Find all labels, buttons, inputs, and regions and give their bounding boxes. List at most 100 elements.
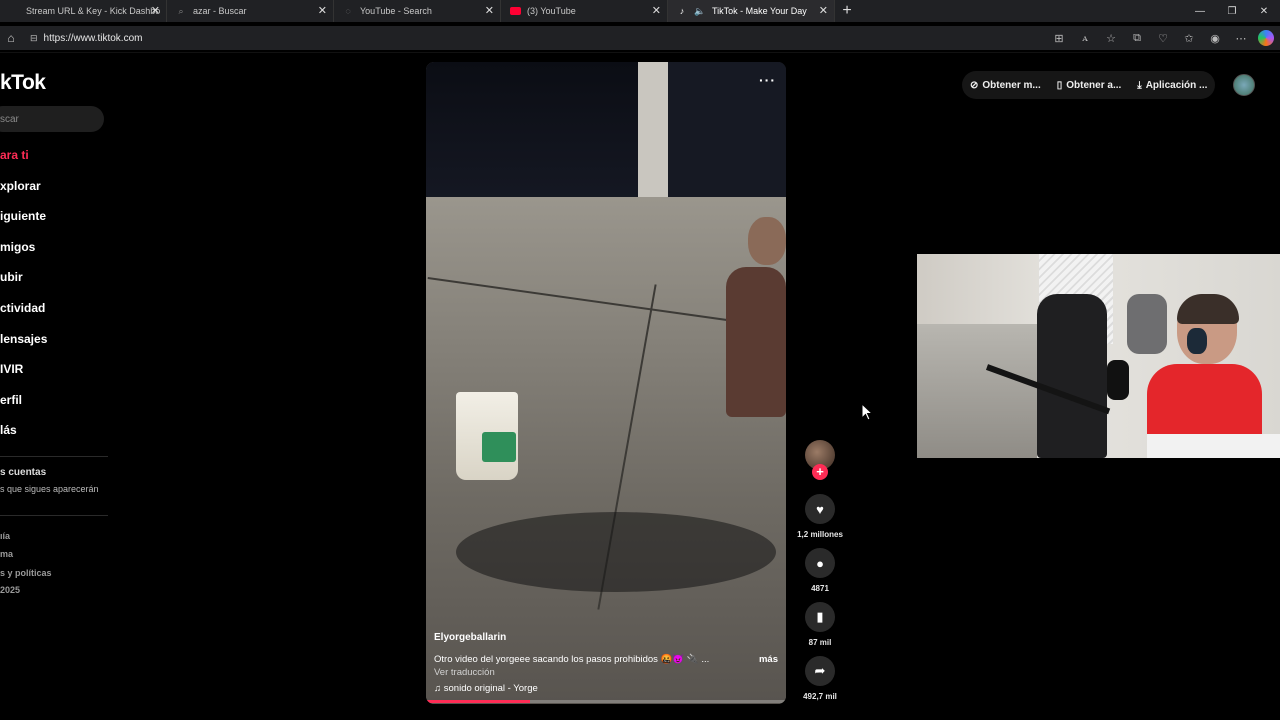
home-icon[interactable]: ⌂	[2, 31, 20, 45]
close-tab-icon[interactable]: ✕	[819, 4, 828, 17]
footer-link[interactable]: s y políticas	[0, 568, 52, 578]
video-progress-bar[interactable]	[426, 700, 786, 703]
tab-azar-buscar[interactable]: ⌕ azar - Buscar ✕	[167, 0, 334, 22]
footer-link[interactable]: ma	[0, 549, 13, 559]
tab-youtube[interactable]: (3) YouTube ✕	[501, 0, 668, 22]
restore-button[interactable]: ❐	[1216, 0, 1248, 22]
sidebar-item-perfil[interactable]: erfil	[0, 390, 47, 421]
footer-link[interactable]: ıía	[0, 531, 10, 541]
sidebar-item-explorar[interactable]: xplorar	[0, 176, 47, 207]
pc-app-button[interactable]: ⤓ Aplicación ...	[1129, 71, 1216, 99]
comment-action: ● 4871	[796, 548, 844, 593]
translate-link[interactable]: Ver traducción	[434, 667, 778, 678]
video-scene-pillar	[638, 62, 668, 217]
video-progress-fill	[426, 700, 531, 703]
favorite-star-icon[interactable]: ☆	[1102, 28, 1120, 48]
video-scene-bucket	[456, 392, 518, 480]
sidebar-item-amigos[interactable]: migos	[0, 237, 47, 268]
tab-label: TikTok - Make Your Day	[712, 6, 807, 16]
favorites-icon[interactable]: ✩	[1180, 28, 1198, 48]
get-coins-button[interactable]: ⊘ Obtener m...	[962, 71, 1049, 99]
close-tab-icon[interactable]: ✕	[652, 4, 661, 17]
heart-icon[interactable]: ♥	[805, 494, 835, 524]
address-bar: ⌂ ⊟ https://www.tiktok.com ⊞ ꭺ ☆ ⧉ ♡ ✩ ◉…	[0, 26, 1280, 50]
like-action: ♥ 1,2 millones	[796, 494, 844, 539]
tab-label: azar - Buscar	[193, 6, 247, 16]
youtube-icon	[509, 5, 521, 17]
site-info-icon[interactable]: ⊟	[30, 33, 38, 44]
browser-essentials-icon[interactable]: ♡	[1154, 28, 1172, 48]
close-tab-icon[interactable]: ✕	[485, 4, 494, 17]
search-placeholder: scar	[0, 113, 19, 125]
close-tab-icon[interactable]: ✕	[151, 4, 160, 17]
search-input[interactable]: scar	[0, 106, 104, 132]
comment-count: 4871	[811, 584, 829, 593]
browser-tab-bar: Stream URL & Key - Kick Dashbo ✕ ⌕ azar …	[0, 0, 1280, 22]
copilot-icon[interactable]	[1258, 30, 1274, 46]
get-coins-label: Obtener m...	[982, 79, 1041, 91]
tab-label: (3) YouTube	[527, 6, 576, 16]
app-available-icon[interactable]: ⊞	[1050, 28, 1068, 48]
video-player[interactable]: ··· Elyorgeballarin Otro video del yorge…	[426, 62, 786, 704]
follow-plus-icon[interactable]: +	[812, 464, 828, 480]
sidebar-item-live[interactable]: IVIR	[0, 359, 47, 390]
download-icon: ⤓	[1137, 79, 1142, 91]
footer-copyright: 2025	[0, 585, 21, 595]
close-tab-icon[interactable]: ✕	[318, 4, 327, 17]
header-actions: ⊘ Obtener m... ▯ Obtener a... ⤓ Aplicaci…	[962, 71, 1256, 99]
sidebar-item-mas[interactable]: lás	[0, 420, 47, 451]
share-icon[interactable]: ➦	[805, 656, 835, 686]
bookmark-icon[interactable]: ▮	[805, 602, 835, 632]
sound-link[interactable]: ♫ sonido original - Yorge	[434, 683, 778, 694]
video-description-text: Otro video del yorgeee sacando los pasos…	[434, 654, 710, 665]
pc-app-label: Aplicación ...	[1145, 79, 1208, 91]
profile-icon[interactable]: ◉	[1206, 28, 1224, 48]
divider	[0, 456, 108, 457]
phone-icon: ▯	[1056, 79, 1063, 91]
sidebar-item-subir[interactable]: ubir	[0, 267, 47, 298]
get-app-button[interactable]: ▯ Obtener a...	[1048, 71, 1130, 99]
mouse-cursor-icon	[861, 402, 874, 426]
share-action: ➦ 492,7 mil	[796, 656, 844, 701]
globe-icon: ◌	[345, 6, 351, 16]
video-scene-person	[676, 212, 786, 542]
kick-icon	[8, 5, 20, 17]
new-tab-button[interactable]: +	[835, 2, 859, 20]
url-field[interactable]: ⊟ https://www.tiktok.com	[24, 28, 1034, 48]
divider	[0, 515, 108, 516]
url-text: https://www.tiktok.com	[43, 32, 143, 44]
tab-label: Stream URL & Key - Kick Dashbo	[26, 6, 161, 16]
tab-youtube-search[interactable]: ◌ YouTube - Search ✕	[334, 0, 501, 22]
window-controls: — ❐ ✕	[1184, 0, 1280, 22]
video-description: Otro video del yorgeee sacando los pasos…	[434, 654, 778, 665]
share-count: 492,7 mil	[803, 692, 837, 701]
close-window-button[interactable]: ✕	[1248, 0, 1280, 22]
tiktok-sidebar: kTok scar ara ti xplorar iguiente migos …	[0, 53, 120, 720]
coin-icon: ⊘	[970, 79, 979, 91]
read-aloud-icon[interactable]: ꭺ	[1076, 28, 1094, 48]
sidebar-item-actividad[interactable]: ctividad	[0, 298, 47, 329]
sidebar-item-mensajes[interactable]: lensajes	[0, 329, 47, 360]
more-options-icon[interactable]: ···	[759, 72, 776, 88]
video-author[interactable]: Elyorgeballarin	[434, 632, 778, 643]
tab-tiktok[interactable]: ♪ 🔈 TikTok - Make Your Day ✕	[668, 0, 835, 22]
more-link[interactable]: más	[759, 654, 778, 665]
search-icon: ⌕	[178, 5, 184, 16]
tab-kick-dashboard[interactable]: Stream URL & Key - Kick Dashbo ✕	[0, 0, 167, 22]
minimize-button[interactable]: —	[1184, 0, 1216, 22]
get-app-label: Obtener a...	[1066, 79, 1122, 91]
sidebar-item-para-ti[interactable]: ara ti	[0, 145, 47, 176]
user-avatar[interactable]	[1233, 74, 1256, 96]
comment-icon[interactable]: ●	[805, 548, 835, 578]
browser-toolbar: ⊞ ꭺ ☆ ⧉ ♡ ✩ ◉ ⋯	[1050, 28, 1274, 48]
tiktok-logo[interactable]: kTok	[0, 71, 46, 95]
speaker-icon[interactable]: 🔈	[694, 5, 706, 17]
webcam-overlay	[917, 254, 1280, 458]
extensions-icon[interactable]: ⧉	[1128, 28, 1146, 48]
save-count: 87 mil	[808, 638, 832, 647]
sidebar-item-siguiente[interactable]: iguiente	[0, 206, 47, 237]
tiktok-icon: ♪	[679, 6, 685, 16]
more-options-icon[interactable]: ⋯	[1232, 28, 1250, 48]
divider	[0, 52, 1280, 53]
tab-label: YouTube - Search	[360, 6, 432, 16]
